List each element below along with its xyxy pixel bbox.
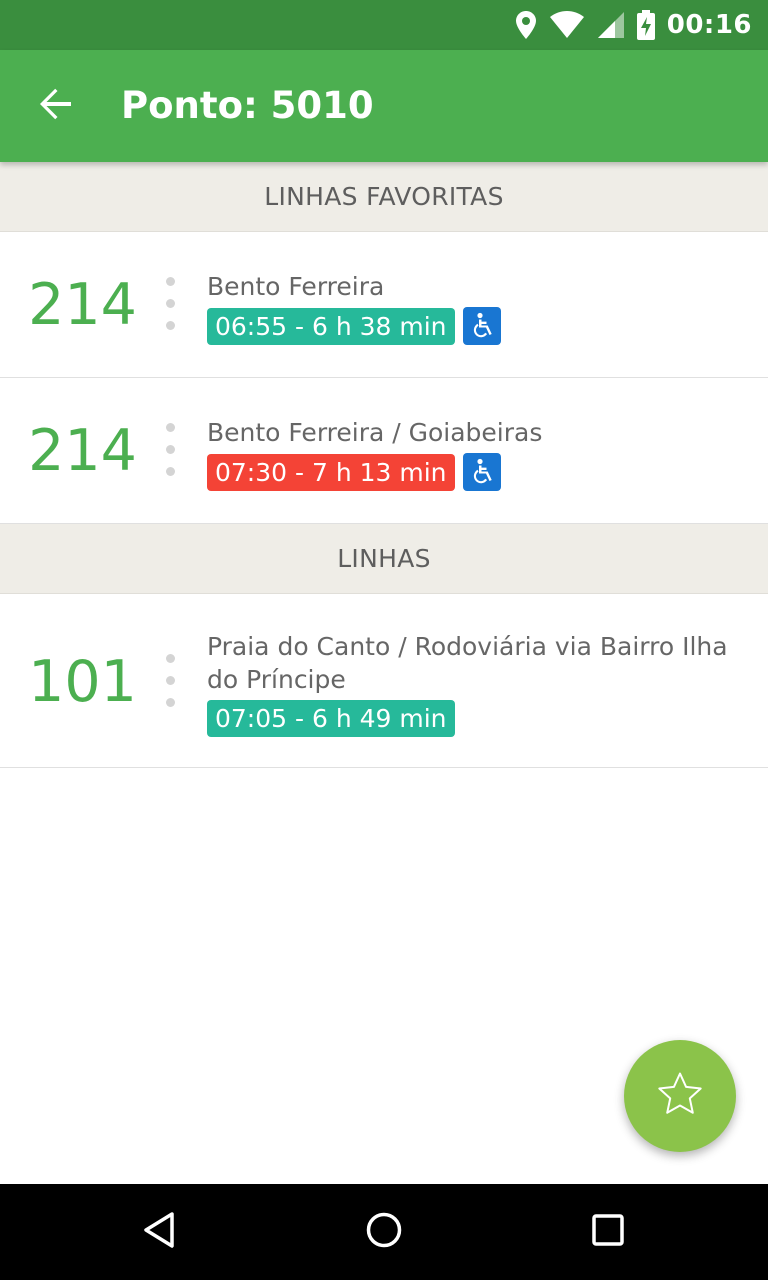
nav-back-button[interactable] [130,1202,190,1262]
arrival-time-badge: 07:30 - 7 h 13 min [207,453,455,491]
section-header-favorites: LINHAS FAVORITAS [0,162,768,232]
location-icon [515,10,537,40]
home-circle-icon [364,1210,404,1254]
star-outline-icon [655,1069,705,1123]
app-bar: Ponto: 5010 [0,50,768,162]
favorite-fab-button[interactable] [624,1040,736,1152]
more-dots-icon [165,277,175,330]
line-row[interactable]: 214 Bento Ferreira 06:55 - 6 h 38 min [0,232,768,378]
wifi-icon [549,11,585,39]
status-bar: 00:16 [0,0,768,50]
battery-charging-icon [636,10,655,40]
wheelchair-accessible-icon [462,307,501,345]
line-number: 101 [28,649,137,715]
back-button[interactable] [26,76,86,136]
nav-recents-button[interactable] [578,1202,638,1262]
system-nav-bar [0,1184,768,1280]
recents-square-icon [588,1210,628,1254]
line-destination: Bento Ferreira [207,272,385,301]
arrival-time-badge: 07:05 - 6 h 49 min [207,700,455,737]
status-time: 00:16 [666,10,752,40]
section-header-lines: LINHAS [0,524,768,594]
back-triangle-icon [140,1210,180,1254]
line-number: 214 [28,272,137,338]
wheelchair-accessible-icon [462,453,501,491]
signal-icon [597,11,625,39]
stop-lines-list: LINHAS FAVORITAS 214 Bento Ferreira 06:5… [0,162,768,768]
nav-home-button[interactable] [354,1202,414,1262]
more-dots-icon [165,423,175,476]
more-dots-icon [165,654,175,707]
arrival-time-badge: 06:55 - 6 h 38 min [207,307,455,345]
arrow-back-icon [38,86,74,126]
line-destination: Praia do Canto / Rodoviária via Bairro I… [207,632,728,694]
line-row[interactable]: 101 Praia do Canto / Rodoviária via Bair… [0,594,768,768]
line-destination: Bento Ferreira / Goiabeiras [207,418,543,447]
line-number: 214 [28,418,137,484]
line-row[interactable]: 214 Bento Ferreira / Goiabeiras 07:30 - … [0,378,768,524]
page-title: Ponto: 5010 [121,84,374,127]
